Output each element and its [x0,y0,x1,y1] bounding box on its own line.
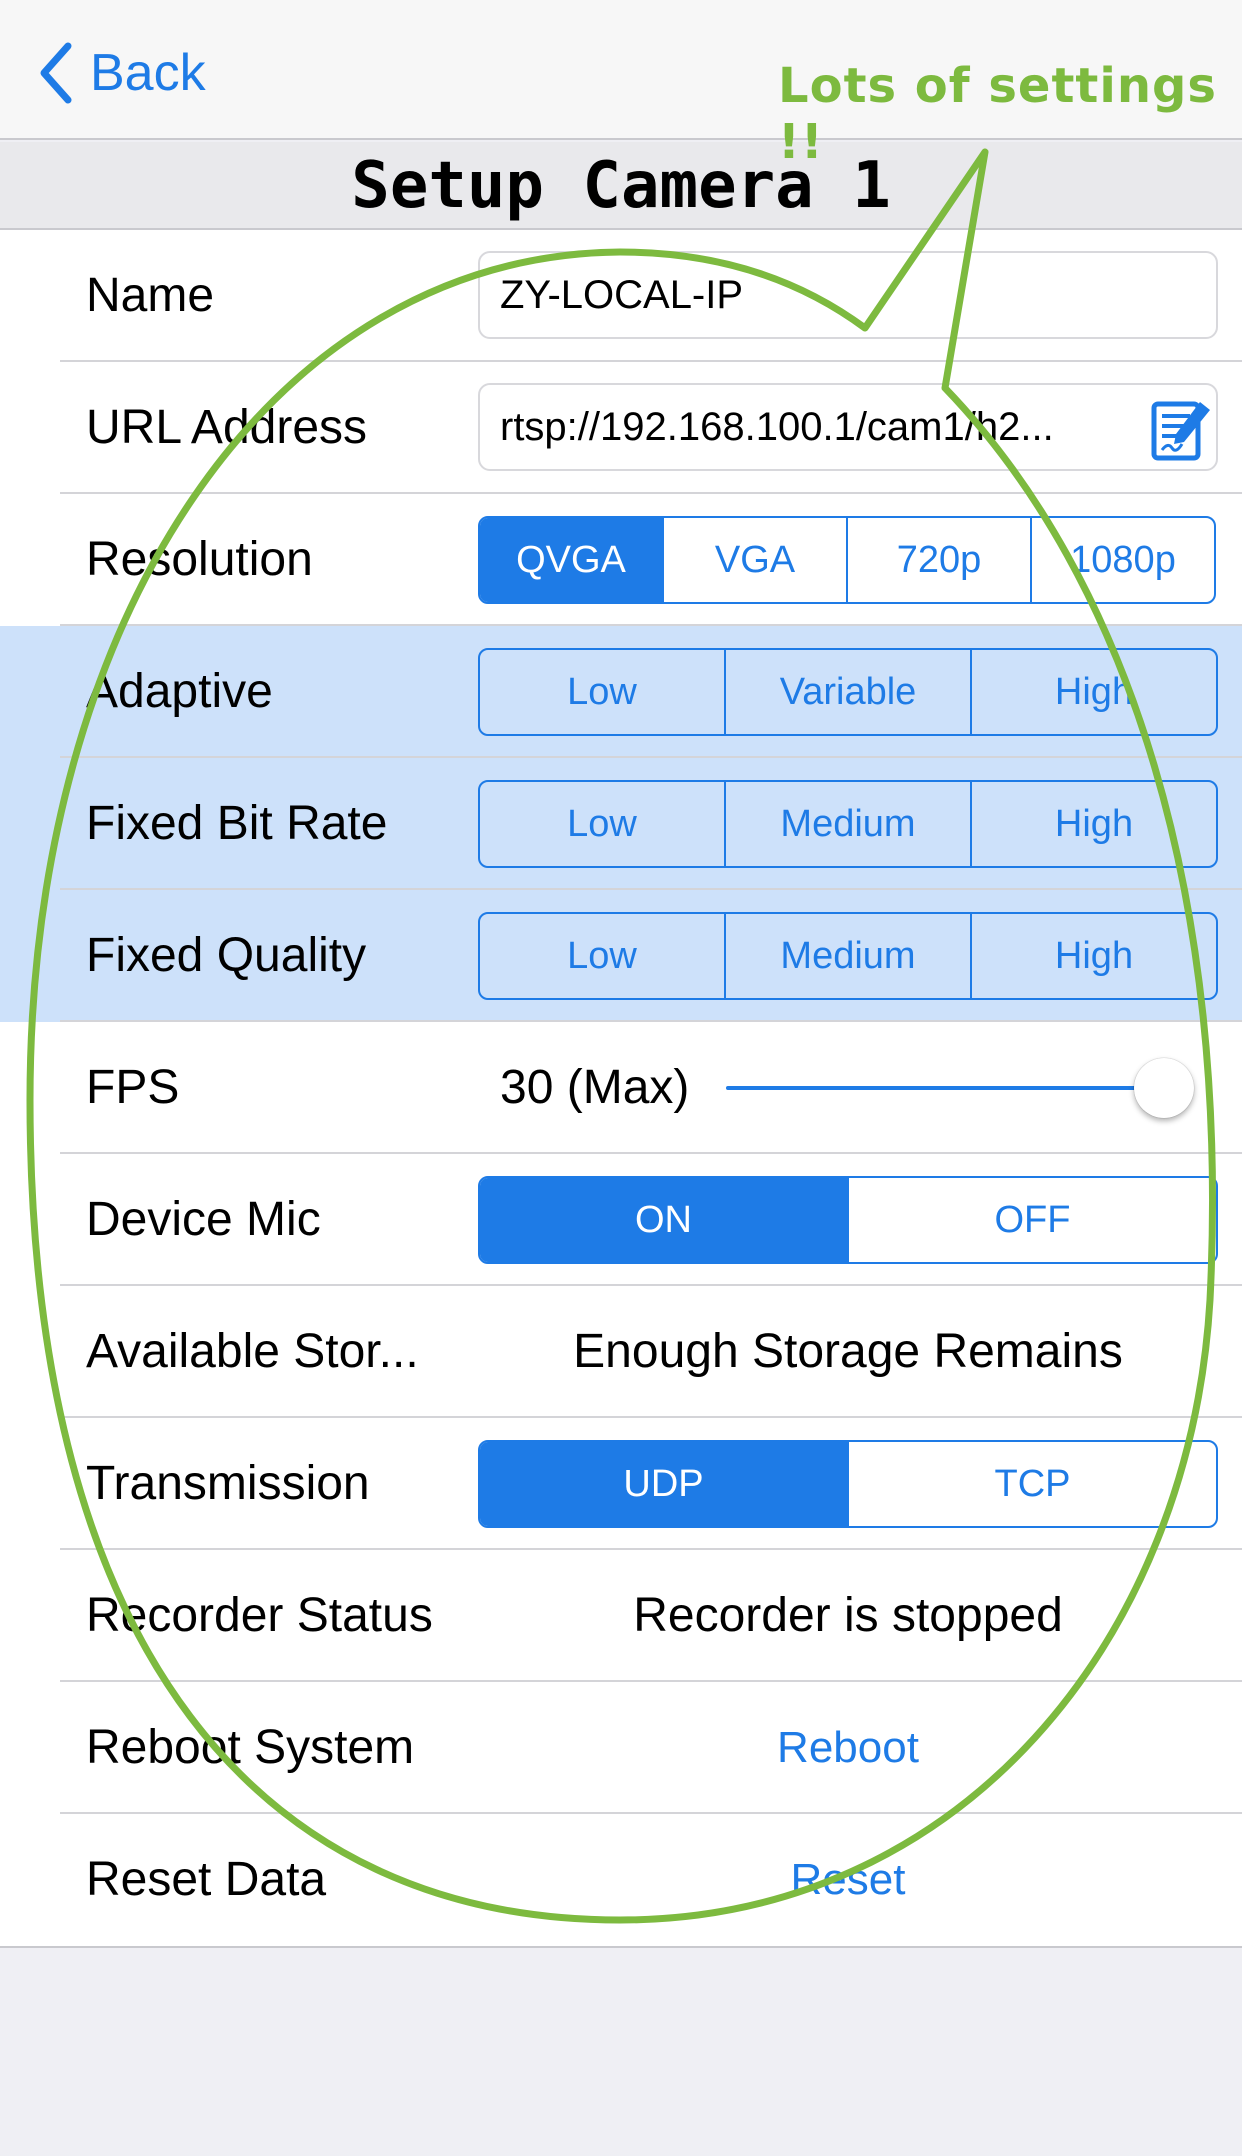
edit-note-icon[interactable] [1150,396,1216,462]
mic-segmented-control: ON OFF [478,1176,1218,1264]
quality-option-low[interactable]: Low [480,914,724,998]
row-name: Name ZY-LOCAL-IP [0,230,1242,362]
url-label: URL Address [86,401,368,454]
row-available-storage: Available Stor... Enough Storage Remains [0,1286,1242,1418]
transmission-label: Transmission [86,1457,370,1510]
name-field[interactable]: ZY-LOCAL-IP [478,251,1218,339]
mic-option-on[interactable]: ON [480,1178,847,1262]
resolution-label: Resolution [86,533,313,586]
quality-option-high[interactable]: High [970,914,1216,998]
resolution-option-vga[interactable]: VGA [662,518,846,602]
mic-label: Device Mic [86,1193,321,1246]
screen: Back Setup Camera 1 Name ZY-LOCAL-IP URL… [0,0,1242,2156]
row-url-address: URL Address rtsp://192.168.100.1/cam1/h2… [0,362,1242,494]
storage-label: Available Stor... [86,1325,419,1378]
transmission-option-udp[interactable]: UDP [480,1442,847,1526]
resolution-option-qvga[interactable]: QVGA [480,518,662,602]
resolution-segmented-control: QVGA VGA 720p 1080p [478,516,1216,604]
reboot-label: Reboot System [86,1721,415,1774]
mic-option-off[interactable]: OFF [847,1178,1216,1262]
resolution-option-720p[interactable]: 720p [846,518,1030,602]
adaptive-option-low[interactable]: Low [480,650,724,734]
transmission-segmented-control: UDP TCP [478,1440,1218,1528]
fps-value: 30 (Max) [500,1061,690,1114]
bitrate-option-medium[interactable]: Medium [724,782,970,866]
adaptive-label: Adaptive [86,665,273,718]
settings-list: Name ZY-LOCAL-IP URL Address rtsp://192.… [0,230,1242,1948]
fps-label: FPS [86,1061,180,1114]
bitrate-option-high[interactable]: High [970,782,1216,866]
row-transmission: Transmission UDP TCP [0,1418,1242,1550]
adaptive-option-variable[interactable]: Variable [724,650,970,734]
url-field[interactable]: rtsp://192.168.100.1/cam1/h2... [478,383,1218,471]
row-fixed-bit-rate: Fixed Bit Rate Low Medium High [0,758,1242,890]
recorder-value: Recorder is stopped [633,1589,1063,1642]
quality-segmented-control: Low Medium High [478,912,1218,1000]
name-label: Name [86,269,215,322]
fps-slider-thumb[interactable] [1134,1058,1194,1118]
row-adaptive: Adaptive Low Variable High [0,626,1242,758]
transmission-option-tcp[interactable]: TCP [847,1442,1216,1526]
fps-slider-track[interactable] [726,1086,1176,1090]
annotation-text: Lots of settings !! [778,58,1217,170]
bitrate-option-low[interactable]: Low [480,782,724,866]
quality-option-medium[interactable]: Medium [724,914,970,998]
reset-label: Reset Data [86,1853,327,1906]
back-button[interactable]: Back [36,38,206,108]
row-device-mic: Device Mic ON OFF [0,1154,1242,1286]
reboot-button[interactable]: Reboot [478,1682,1218,1814]
chevron-left-icon [40,42,72,104]
adaptive-segmented-control: Low Variable High [478,648,1218,736]
row-recorder-status: Recorder Status Recorder is stopped [0,1550,1242,1682]
row-resolution: Resolution QVGA VGA 720p 1080p [0,494,1242,626]
recorder-label: Recorder Status [86,1589,433,1642]
quality-label: Fixed Quality [86,929,367,982]
storage-value: Enough Storage Remains [573,1325,1123,1378]
resolution-option-1080p[interactable]: 1080p [1030,518,1214,602]
back-label: Back [90,44,206,102]
reset-button[interactable]: Reset [478,1814,1218,1946]
row-fps: FPS 30 (Max) [0,1022,1242,1154]
row-fixed-quality: Fixed Quality Low Medium High [0,890,1242,1022]
adaptive-option-high[interactable]: High [970,650,1216,734]
row-reset-data: Reset Data Reset [0,1814,1242,1946]
bitrate-segmented-control: Low Medium High [478,780,1218,868]
bitrate-label: Fixed Bit Rate [86,797,388,850]
row-reboot-system: Reboot System Reboot [0,1682,1242,1814]
